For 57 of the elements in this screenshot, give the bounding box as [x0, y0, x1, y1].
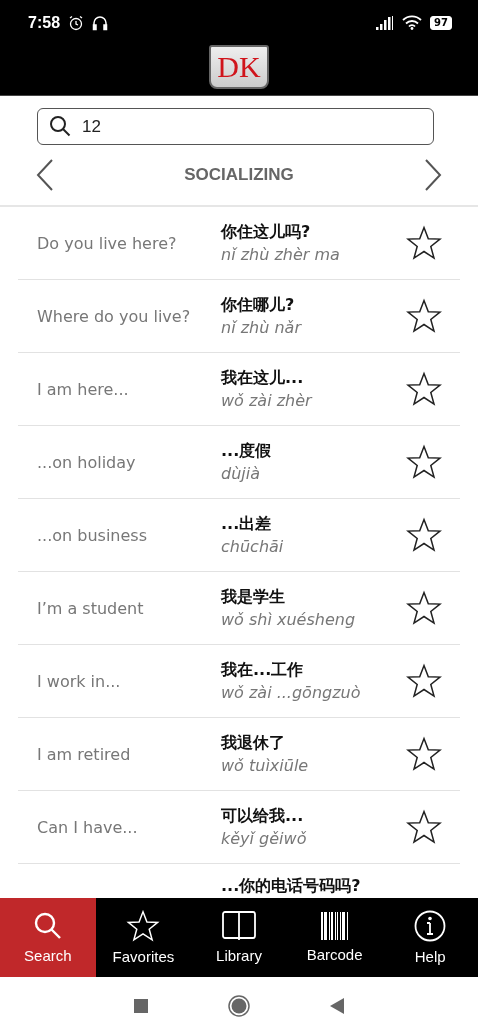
- english-phrase: I work in...: [37, 671, 121, 691]
- battery-level: 97: [430, 15, 452, 30]
- english-phrase: Where do you live?: [37, 306, 191, 326]
- chinese-phrase: 你住哪儿?: [221, 295, 296, 316]
- english-phrase: I am here...: [37, 379, 129, 399]
- pinyin-text: nǐ zhù zhèr ma: [221, 245, 341, 264]
- home-icon[interactable]: [228, 995, 250, 1017]
- barcode-icon: [320, 912, 349, 940]
- wifi-icon: [402, 15, 423, 30]
- favorite-star-icon[interactable]: [406, 444, 442, 480]
- english-phrase: I’m a student: [37, 598, 144, 618]
- pinyin-text: chūchāi: [221, 537, 285, 556]
- info-icon: [414, 910, 447, 942]
- chinese-phrase: ...你的电话号码吗?: [221, 876, 362, 897]
- chinese-phrase: 我是学生: [221, 587, 286, 608]
- favorite-star-icon[interactable]: [406, 736, 442, 772]
- english-phrase: Do you live here?: [37, 233, 177, 253]
- pinyin-text: wǒ tuìxiūle: [221, 756, 310, 775]
- status-time: 7:58: [28, 13, 61, 32]
- book-icon: [222, 911, 256, 941]
- pinyin-text: nǐ zhù nǎr: [221, 318, 303, 337]
- favorite-star-icon[interactable]: [406, 298, 442, 334]
- signal-icon: [376, 15, 395, 30]
- star-icon: [126, 910, 161, 942]
- favorite-star-icon[interactable]: [406, 225, 442, 261]
- headphones-icon: [92, 14, 109, 31]
- pinyin-text: kěyǐ gěiwǒ: [221, 829, 308, 848]
- tab-button[interactable]: Search: [0, 898, 96, 977]
- alarm-icon: [68, 14, 85, 31]
- search-icon: [32, 911, 63, 941]
- chinese-phrase: 可以给我...: [221, 806, 305, 827]
- search-field[interactable]: 12: [37, 108, 434, 145]
- chinese-phrase: ...出差: [221, 514, 273, 535]
- favorite-star-icon[interactable]: [406, 517, 442, 553]
- pinyin-text: dùjià: [221, 464, 261, 483]
- chevron-right-icon[interactable]: [424, 159, 442, 191]
- chevron-left-icon[interactable]: [36, 159, 54, 191]
- favorite-star-icon[interactable]: [406, 809, 442, 845]
- category-title: SOCIALIZING: [184, 165, 294, 185]
- english-phrase: ...on business: [37, 525, 147, 545]
- favorite-star-icon[interactable]: [406, 371, 442, 407]
- chinese-phrase: 我在...工作: [221, 660, 305, 681]
- dk-logo: DK: [209, 45, 269, 89]
- chinese-phrase: 你住这儿吗?: [221, 222, 312, 243]
- pinyin-text: wǒ shì xuésheng: [221, 610, 357, 629]
- english-phrase: I am retired: [37, 744, 131, 764]
- search-icon: [49, 115, 71, 137]
- chinese-phrase: ...度假: [221, 441, 273, 462]
- pinyin-text: wǒ zài ...gōngzuò: [221, 683, 362, 702]
- english-phrase: Can I have...: [37, 817, 138, 837]
- english-phrase: ...on holiday: [37, 452, 136, 472]
- chinese-phrase: 我在这儿...: [221, 368, 305, 389]
- favorite-star-icon[interactable]: [406, 663, 442, 699]
- back-icon[interactable]: [330, 998, 344, 1014]
- chinese-phrase: 我退休了: [221, 733, 286, 754]
- favorite-star-icon[interactable]: [406, 590, 442, 626]
- pinyin-text: wǒ zài zhèr: [221, 391, 314, 410]
